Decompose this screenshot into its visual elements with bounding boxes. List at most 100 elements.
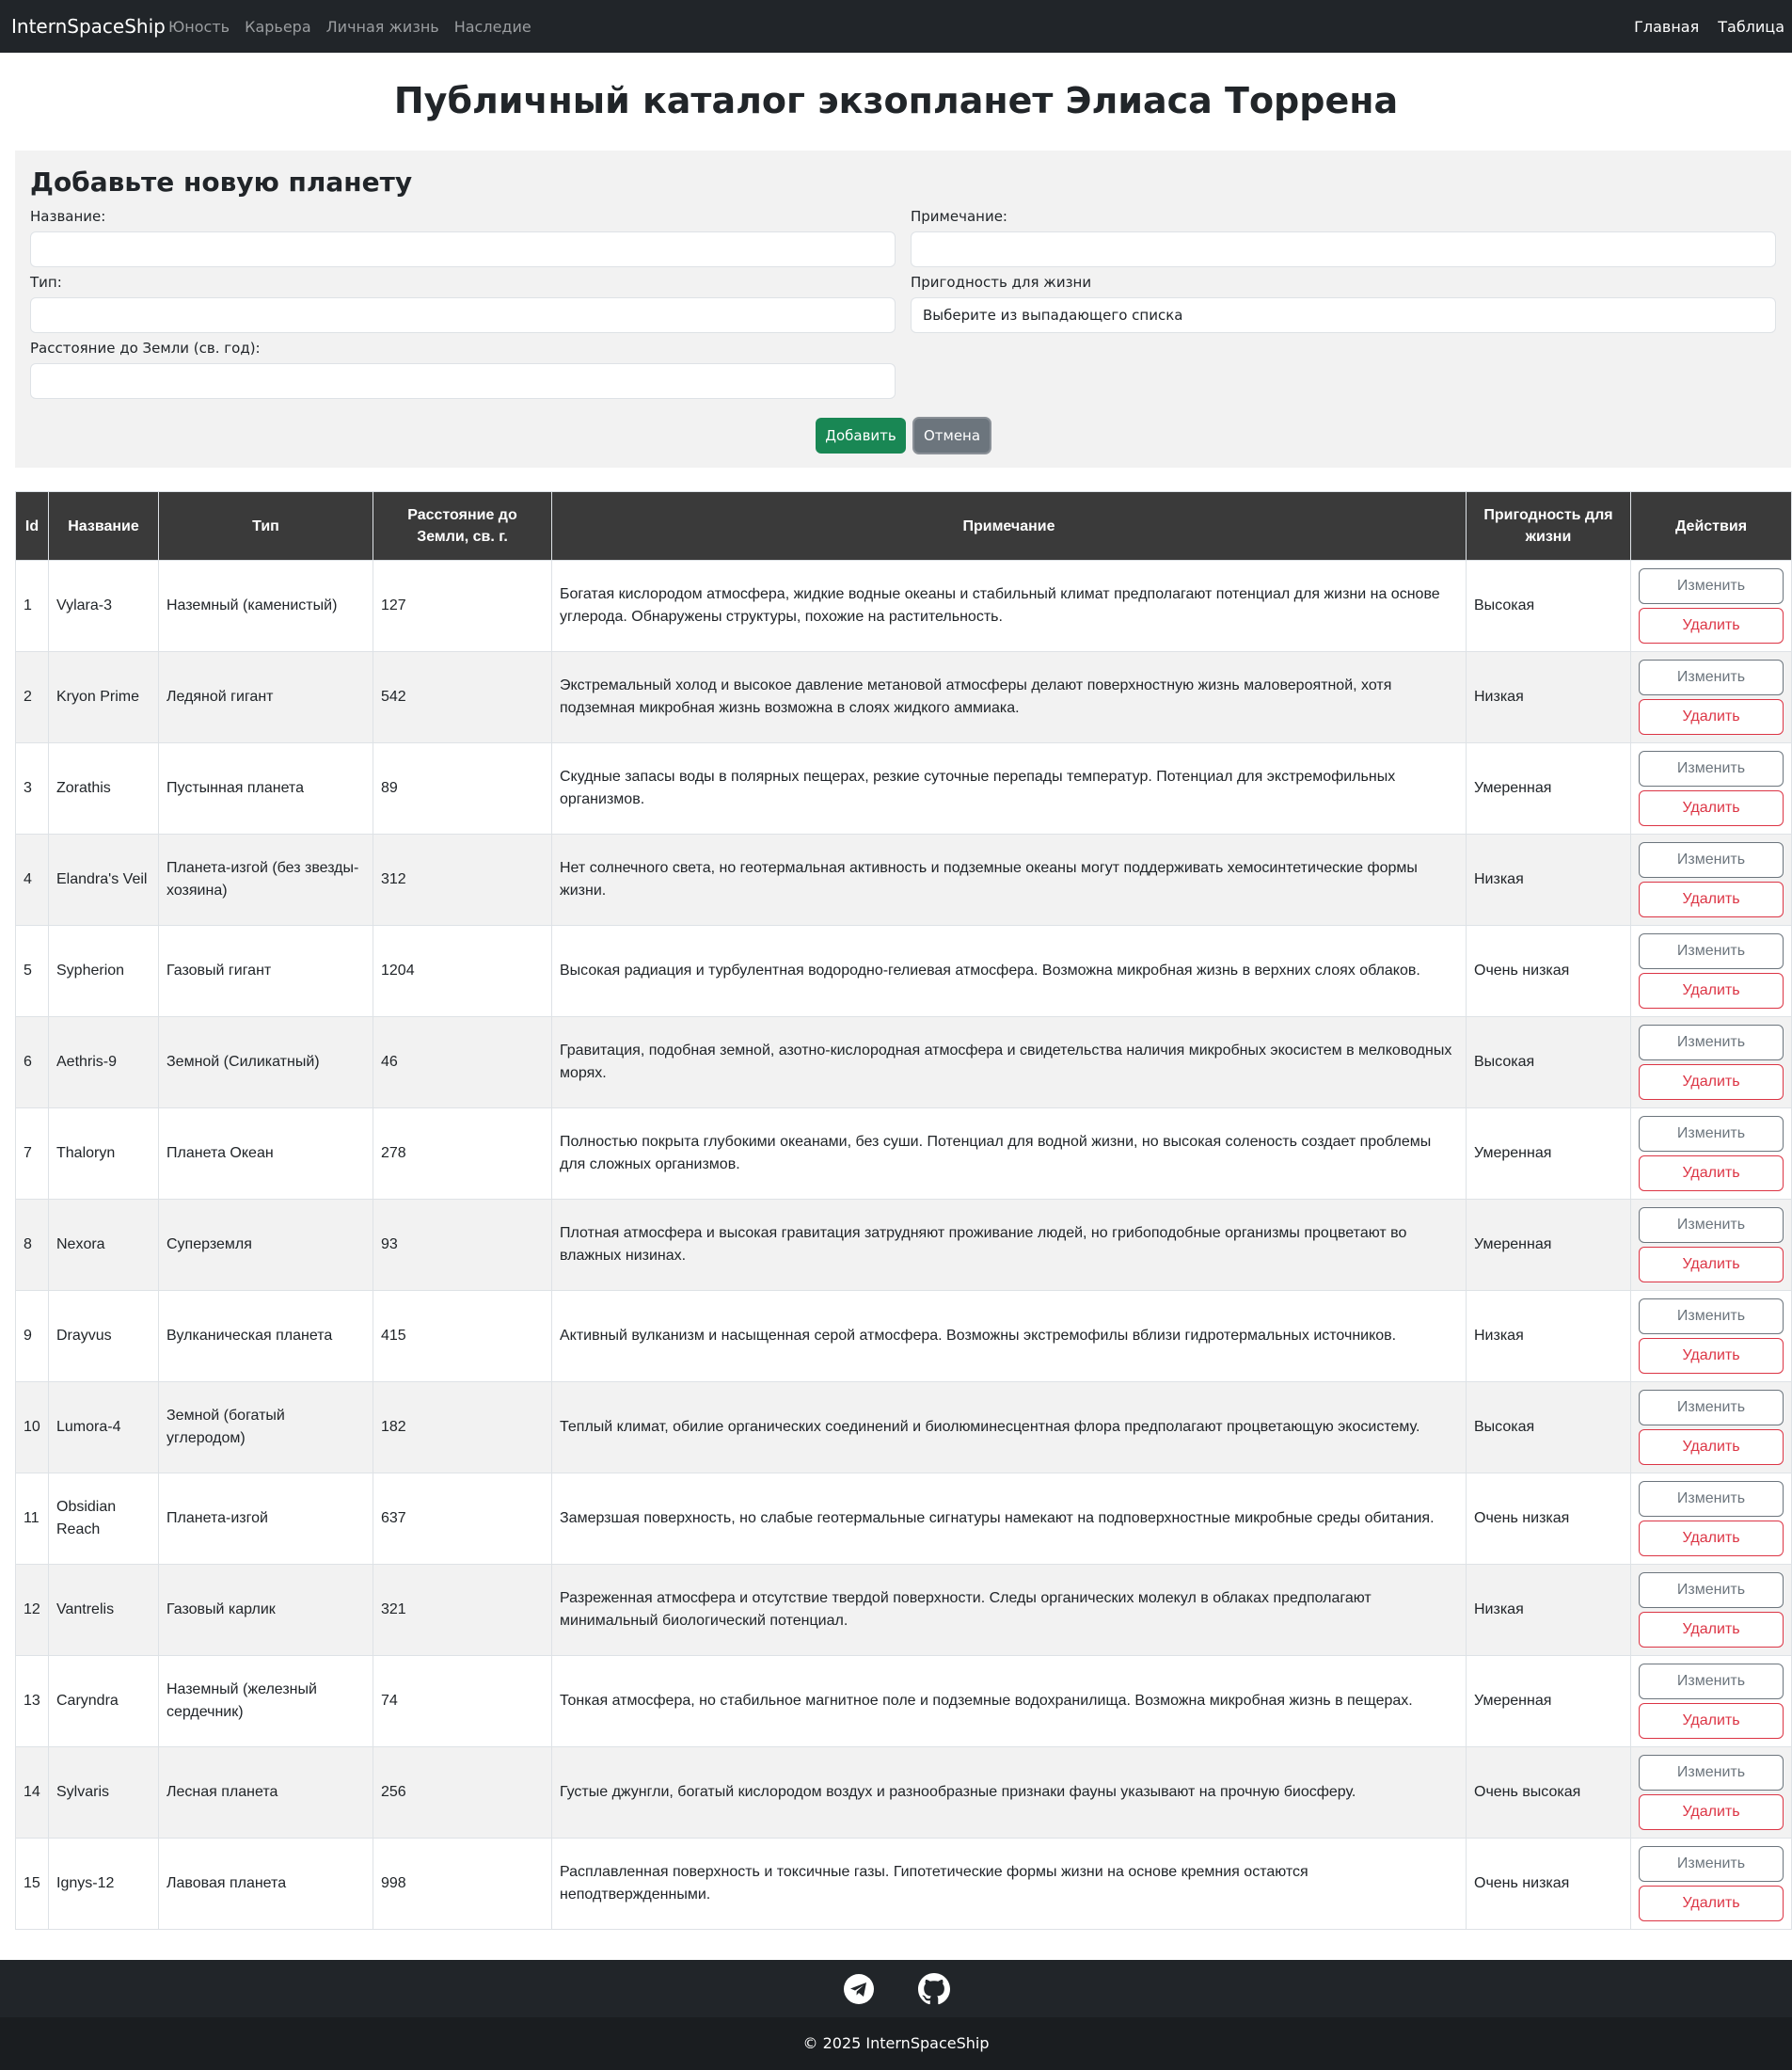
cell-name: Kryon Prime — [48, 651, 159, 743]
cell-distance: 256 — [373, 1746, 552, 1839]
planets-table: Id Название Тип Расстояние до Земли, св.… — [15, 491, 1792, 1930]
table-row: 15 Ignys-12 Лавовая планета 998 Расплавленна… — [15, 1838, 1792, 1930]
cell-type: Лесная планета — [158, 1746, 373, 1839]
name-input[interactable] — [30, 231, 896, 267]
cell-type: Планета-изгой — [158, 1473, 373, 1565]
cell-distance: 182 — [373, 1381, 552, 1473]
cell-id: 14 — [15, 1746, 49, 1839]
nav-link-home[interactable]: Главная — [1634, 18, 1699, 36]
delete-button[interactable]: Удалить — [1639, 790, 1784, 826]
cell-actions: Изменить Удалить — [1630, 742, 1792, 835]
header-name: Название — [48, 491, 159, 561]
cell-actions: Изменить Удалить — [1630, 1473, 1792, 1565]
cell-actions: Изменить Удалить — [1630, 651, 1792, 743]
cell-id: 7 — [15, 1107, 49, 1200]
cell-note: Замерзшая поверхность, но слабые геотерм… — [551, 1473, 1467, 1565]
cell-actions: Изменить Удалить — [1630, 1199, 1792, 1291]
telegram-icon[interactable] — [843, 1973, 875, 2005]
cell-note: Теплый климат, обилие органических соеди… — [551, 1381, 1467, 1473]
cell-habitability: Высокая — [1466, 560, 1631, 652]
nav-link-career[interactable]: Карьера — [245, 18, 311, 36]
delete-button[interactable]: Удалить — [1639, 973, 1784, 1009]
cell-type: Планета-изгой (без звезды-хозяина) — [158, 834, 373, 926]
cell-name: Vylara-3 — [48, 560, 159, 652]
table-row: 8 Nexora Суперземля 93 Плотная атмосфера и в… — [15, 1199, 1792, 1291]
github-icon[interactable] — [917, 1972, 950, 2005]
edit-button[interactable]: Изменить — [1639, 1390, 1784, 1425]
edit-button[interactable]: Изменить — [1639, 751, 1784, 787]
table-row: 9 Drayvus Вулканическая планета 415 Активный… — [15, 1290, 1792, 1382]
cell-distance: 127 — [373, 560, 552, 652]
cell-habitability: Высокая — [1466, 1016, 1631, 1108]
header-type: Тип — [158, 491, 373, 561]
edit-button[interactable]: Изменить — [1639, 933, 1784, 969]
delete-button[interactable]: Удалить — [1639, 1429, 1784, 1465]
cancel-button[interactable]: Отмена — [912, 417, 991, 454]
cell-habitability: Низкая — [1466, 1290, 1631, 1382]
cell-habitability: Низкая — [1466, 834, 1631, 926]
cell-name: Ignys-12 — [48, 1838, 159, 1930]
edit-button[interactable]: Изменить — [1639, 1298, 1784, 1334]
edit-button[interactable]: Изменить — [1639, 1755, 1784, 1791]
cell-actions: Изменить Удалить — [1630, 1655, 1792, 1747]
cell-id: 4 — [15, 834, 49, 926]
table-row: 12 Vantrelis Газовый карлик 321 Разреженная … — [15, 1564, 1792, 1656]
cell-habitability: Очень низкая — [1466, 1838, 1631, 1930]
edit-button[interactable]: Изменить — [1639, 1846, 1784, 1882]
cell-habitability: Очень высокая — [1466, 1746, 1631, 1839]
cell-type: Ледяной гигант — [158, 651, 373, 743]
edit-button[interactable]: Изменить — [1639, 1025, 1784, 1060]
note-label: Примечание: — [911, 208, 1007, 225]
delete-button[interactable]: Удалить — [1639, 1155, 1784, 1191]
add-button[interactable]: Добавить — [816, 418, 906, 454]
nav-link-table[interactable]: Таблица — [1718, 18, 1784, 36]
delete-button[interactable]: Удалить — [1639, 699, 1784, 735]
cell-id: 1 — [15, 560, 49, 652]
cell-note: Разреженная атмосфера и отсутствие тверд… — [551, 1564, 1467, 1656]
cell-type: Земной (Силикатный) — [158, 1016, 373, 1108]
cell-name: Sypherion — [48, 925, 159, 1017]
cell-id: 11 — [15, 1473, 49, 1565]
distance-field-group: Расстояние до Земли (св. год): — [30, 339, 896, 399]
delete-button[interactable]: Удалить — [1639, 882, 1784, 917]
delete-button[interactable]: Удалить — [1639, 1338, 1784, 1374]
cell-note: Богатая кислородом атмосфера, жидкие вод… — [551, 560, 1467, 652]
edit-button[interactable]: Изменить — [1639, 1664, 1784, 1699]
edit-button[interactable]: Изменить — [1639, 1481, 1784, 1517]
delete-button[interactable]: Удалить — [1639, 608, 1784, 644]
table-row: 5 Sypherion Газовый гигант 1204 Высокая ради… — [15, 925, 1792, 1017]
cell-id: 3 — [15, 742, 49, 835]
cell-actions: Изменить Удалить — [1630, 1838, 1792, 1930]
edit-button[interactable]: Изменить — [1639, 842, 1784, 878]
habitability-select[interactable]: Выберите из выпадающего списка — [911, 297, 1776, 333]
cell-distance: 1204 — [373, 925, 552, 1017]
delete-button[interactable]: Удалить — [1639, 1612, 1784, 1648]
edit-button[interactable]: Изменить — [1639, 1572, 1784, 1608]
delete-button[interactable]: Удалить — [1639, 1886, 1784, 1921]
nav-link-legacy[interactable]: Наследие — [454, 18, 531, 36]
type-input[interactable] — [30, 297, 896, 333]
delete-button[interactable]: Удалить — [1639, 1247, 1784, 1282]
header-distance: Расстояние до Земли, св. г. — [373, 491, 552, 561]
table-row: 4 Elandra's Veil Планета-изгой (без звезды… — [15, 834, 1792, 926]
nav-link-personal-life[interactable]: Личная жизнь — [326, 18, 439, 36]
edit-button[interactable]: Изменить — [1639, 1207, 1784, 1243]
delete-button[interactable]: Удалить — [1639, 1521, 1784, 1556]
cell-actions: Изменить Удалить — [1630, 1290, 1792, 1382]
note-input[interactable] — [911, 231, 1776, 267]
edit-button[interactable]: Изменить — [1639, 568, 1784, 604]
cell-name: Drayvus — [48, 1290, 159, 1382]
cell-note: Плотная атмосфера и высокая гравитация з… — [551, 1199, 1467, 1291]
edit-button[interactable]: Изменить — [1639, 660, 1784, 695]
header-id: Id — [15, 491, 49, 561]
delete-button[interactable]: Удалить — [1639, 1794, 1784, 1830]
brand-link[interactable]: InternSpaceShip — [11, 0, 166, 53]
cell-note: Полностью покрыта глубокими океанами, бе… — [551, 1107, 1467, 1200]
copyright: © 2025 InternSpaceShip — [0, 2017, 1792, 2070]
delete-button[interactable]: Удалить — [1639, 1703, 1784, 1739]
cell-habitability: Умеренная — [1466, 1655, 1631, 1747]
edit-button[interactable]: Изменить — [1639, 1116, 1784, 1152]
delete-button[interactable]: Удалить — [1639, 1064, 1784, 1100]
distance-input[interactable] — [30, 363, 896, 399]
nav-link-youth[interactable]: Юность — [168, 18, 230, 36]
